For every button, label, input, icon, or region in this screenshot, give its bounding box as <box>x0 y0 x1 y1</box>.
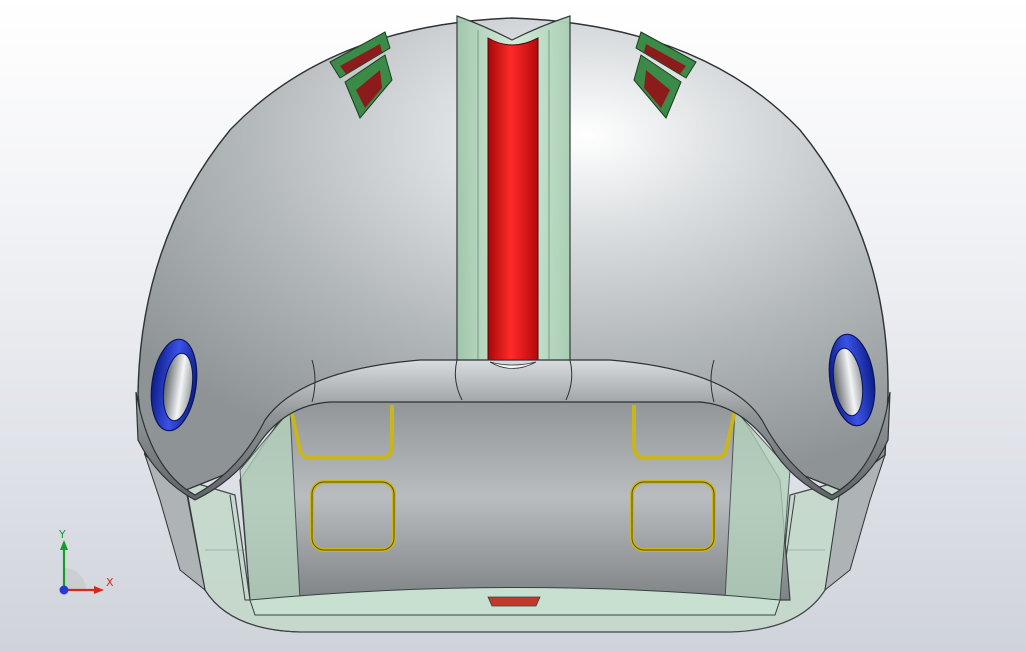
y-axis-label: Y <box>58 528 66 541</box>
inner-cavity <box>239 394 791 601</box>
center-stripe <box>487 37 539 367</box>
helmet-3d-model[interactable] <box>0 0 1026 652</box>
z-axis-dot <box>59 585 69 595</box>
graphics-viewport[interactable]: Y X <box>0 0 1026 652</box>
x-axis-label: X <box>106 576 114 589</box>
coordinate-triad: Y X <box>58 528 114 595</box>
